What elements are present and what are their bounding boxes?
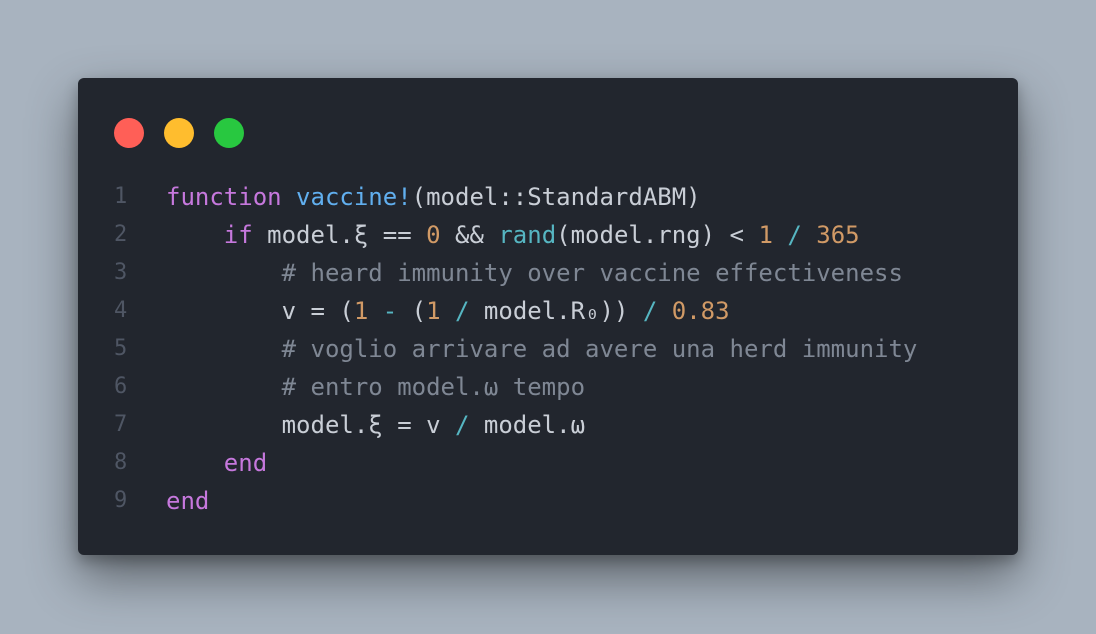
code-token: vaccine!: [296, 183, 412, 211]
code-window: 1 function vaccine!(model::StandardABM) 2 …: [78, 78, 1018, 555]
code-token: rand: [498, 221, 557, 249]
zoom-button[interactable]: [214, 118, 244, 148]
line-source: # heard immunity over vaccine effectiven…: [166, 254, 903, 292]
code-token: function: [166, 183, 282, 211]
line-source: model.ξ = v / model.ω: [166, 406, 585, 444]
code-block: 1 function vaccine!(model::StandardABM) 2 …: [78, 178, 1018, 520]
code-line: 2 if model.ξ == 0 && rand(model.rng) < 1…: [78, 216, 1018, 254]
code-token: end: [223, 449, 268, 477]
code-token: model.ω: [469, 411, 586, 439]
code-token: v = (: [166, 297, 354, 325]
code-token: (: [397, 297, 427, 325]
code-token: 365: [816, 221, 860, 249]
code-token: &&: [440, 221, 499, 249]
line-source: v = (1 - (1 / model.R₀)) / 0.83: [166, 292, 730, 330]
close-button[interactable]: [114, 118, 144, 148]
line-number: 3: [114, 260, 128, 285]
line-number: 7: [114, 412, 128, 437]
line-source: # voglio arrivare ad avere una herd immu…: [166, 330, 918, 368]
code-token: 1: [353, 297, 369, 325]
code-token: (model::StandardABM): [411, 183, 701, 211]
line-number: 8: [114, 450, 128, 475]
code-token: # voglio arrivare ad avere una herd immu…: [281, 335, 918, 363]
line-number: 1: [114, 184, 128, 209]
code-token: -: [382, 297, 398, 325]
line-number: 2: [114, 222, 128, 247]
code-token: 1: [426, 297, 441, 325]
code-token: end: [166, 487, 210, 515]
code-line: 5 # voglio arrivare ad avere una herd im…: [78, 330, 1018, 368]
code-token: # heard immunity over vaccine effectiven…: [281, 259, 903, 287]
code-line: 9 end: [78, 482, 1018, 520]
code-token: 0.83: [671, 297, 730, 325]
code-line: 8 end: [78, 444, 1018, 482]
line-number: 9: [114, 488, 128, 513]
code-token: /: [787, 221, 802, 249]
code-token: model.ξ ==: [252, 221, 427, 249]
line-source: end: [166, 444, 267, 482]
code-line: 1 function vaccine!(model::StandardABM): [78, 178, 1018, 216]
minimize-button[interactable]: [164, 118, 194, 148]
line-source: # entro model.ω tempo: [166, 368, 585, 406]
line-source: end: [166, 482, 209, 520]
code-token: if: [223, 221, 253, 249]
code-line: 3 # heard immunity over vaccine effectiv…: [78, 254, 1018, 292]
line-number: 5: [114, 336, 128, 361]
line-source: if model.ξ == 0 && rand(model.rng) < 1 /…: [166, 216, 860, 254]
code-line: 6 # entro model.ω tempo: [78, 368, 1018, 406]
code-token: 1: [758, 221, 773, 249]
code-line: 7 model.ξ = v / model.ω: [78, 406, 1018, 444]
line-number: 6: [114, 374, 128, 399]
code-token: (model.rng) <: [556, 221, 759, 249]
code-token: 0: [426, 221, 441, 249]
line-number: 4: [114, 298, 128, 323]
code-line: 4 v = (1 - (1 / model.R₀)) / 0.83: [78, 292, 1018, 330]
code-token: /: [642, 297, 658, 325]
code-token: model.ξ = v: [166, 411, 455, 439]
code-token: # entro model.ω tempo: [281, 373, 586, 401]
line-source: function vaccine!(model::StandardABM): [166, 178, 701, 216]
code-token: /: [454, 411, 470, 439]
code-token: model.R₀)): [469, 297, 643, 325]
code-token: /: [455, 297, 470, 325]
